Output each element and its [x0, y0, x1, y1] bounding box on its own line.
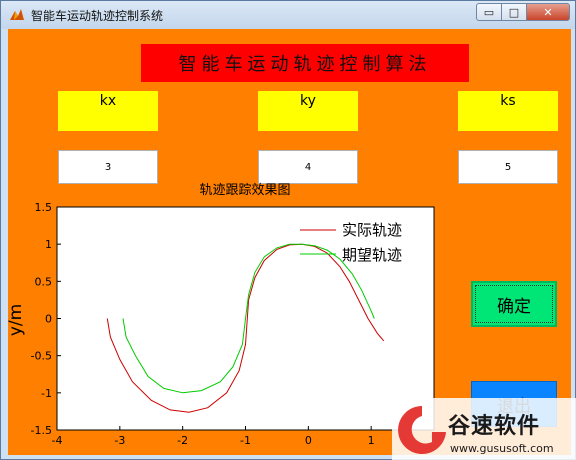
legend-label-actual: 实际轨迹	[342, 221, 402, 239]
y-axis-label: y/m	[6, 304, 26, 336]
y-tick-label: 1	[45, 238, 52, 251]
x-tick-label: 0	[305, 434, 312, 447]
y-tick-label: -1.5	[31, 424, 52, 437]
watermark-brand: 谷速软件	[448, 414, 541, 439]
trajectory-chart: 轨迹跟踪效果图 y/m -4-3-2-10121.510.50-0.5-1-1.…	[6, 183, 438, 447]
x-tick-label: 1	[368, 434, 375, 447]
y-tick-label: 1.5	[35, 201, 53, 214]
x-tick-label: -1	[240, 434, 251, 447]
x-tick-label: -2	[177, 434, 188, 447]
chart-title: 轨迹跟踪效果图	[199, 183, 290, 198]
y-tick-label: -1	[41, 387, 52, 400]
x-tick-label: -4	[52, 434, 63, 447]
y-tick-label: 0	[45, 313, 52, 326]
y-tick-label: -0.5	[31, 350, 52, 363]
y-tick-label: 0.5	[35, 275, 53, 288]
legend-label-expected: 期望轨迹	[342, 246, 402, 264]
watermark-url: www.gususoft.com	[450, 442, 554, 455]
x-tick-label: -3	[114, 434, 125, 447]
